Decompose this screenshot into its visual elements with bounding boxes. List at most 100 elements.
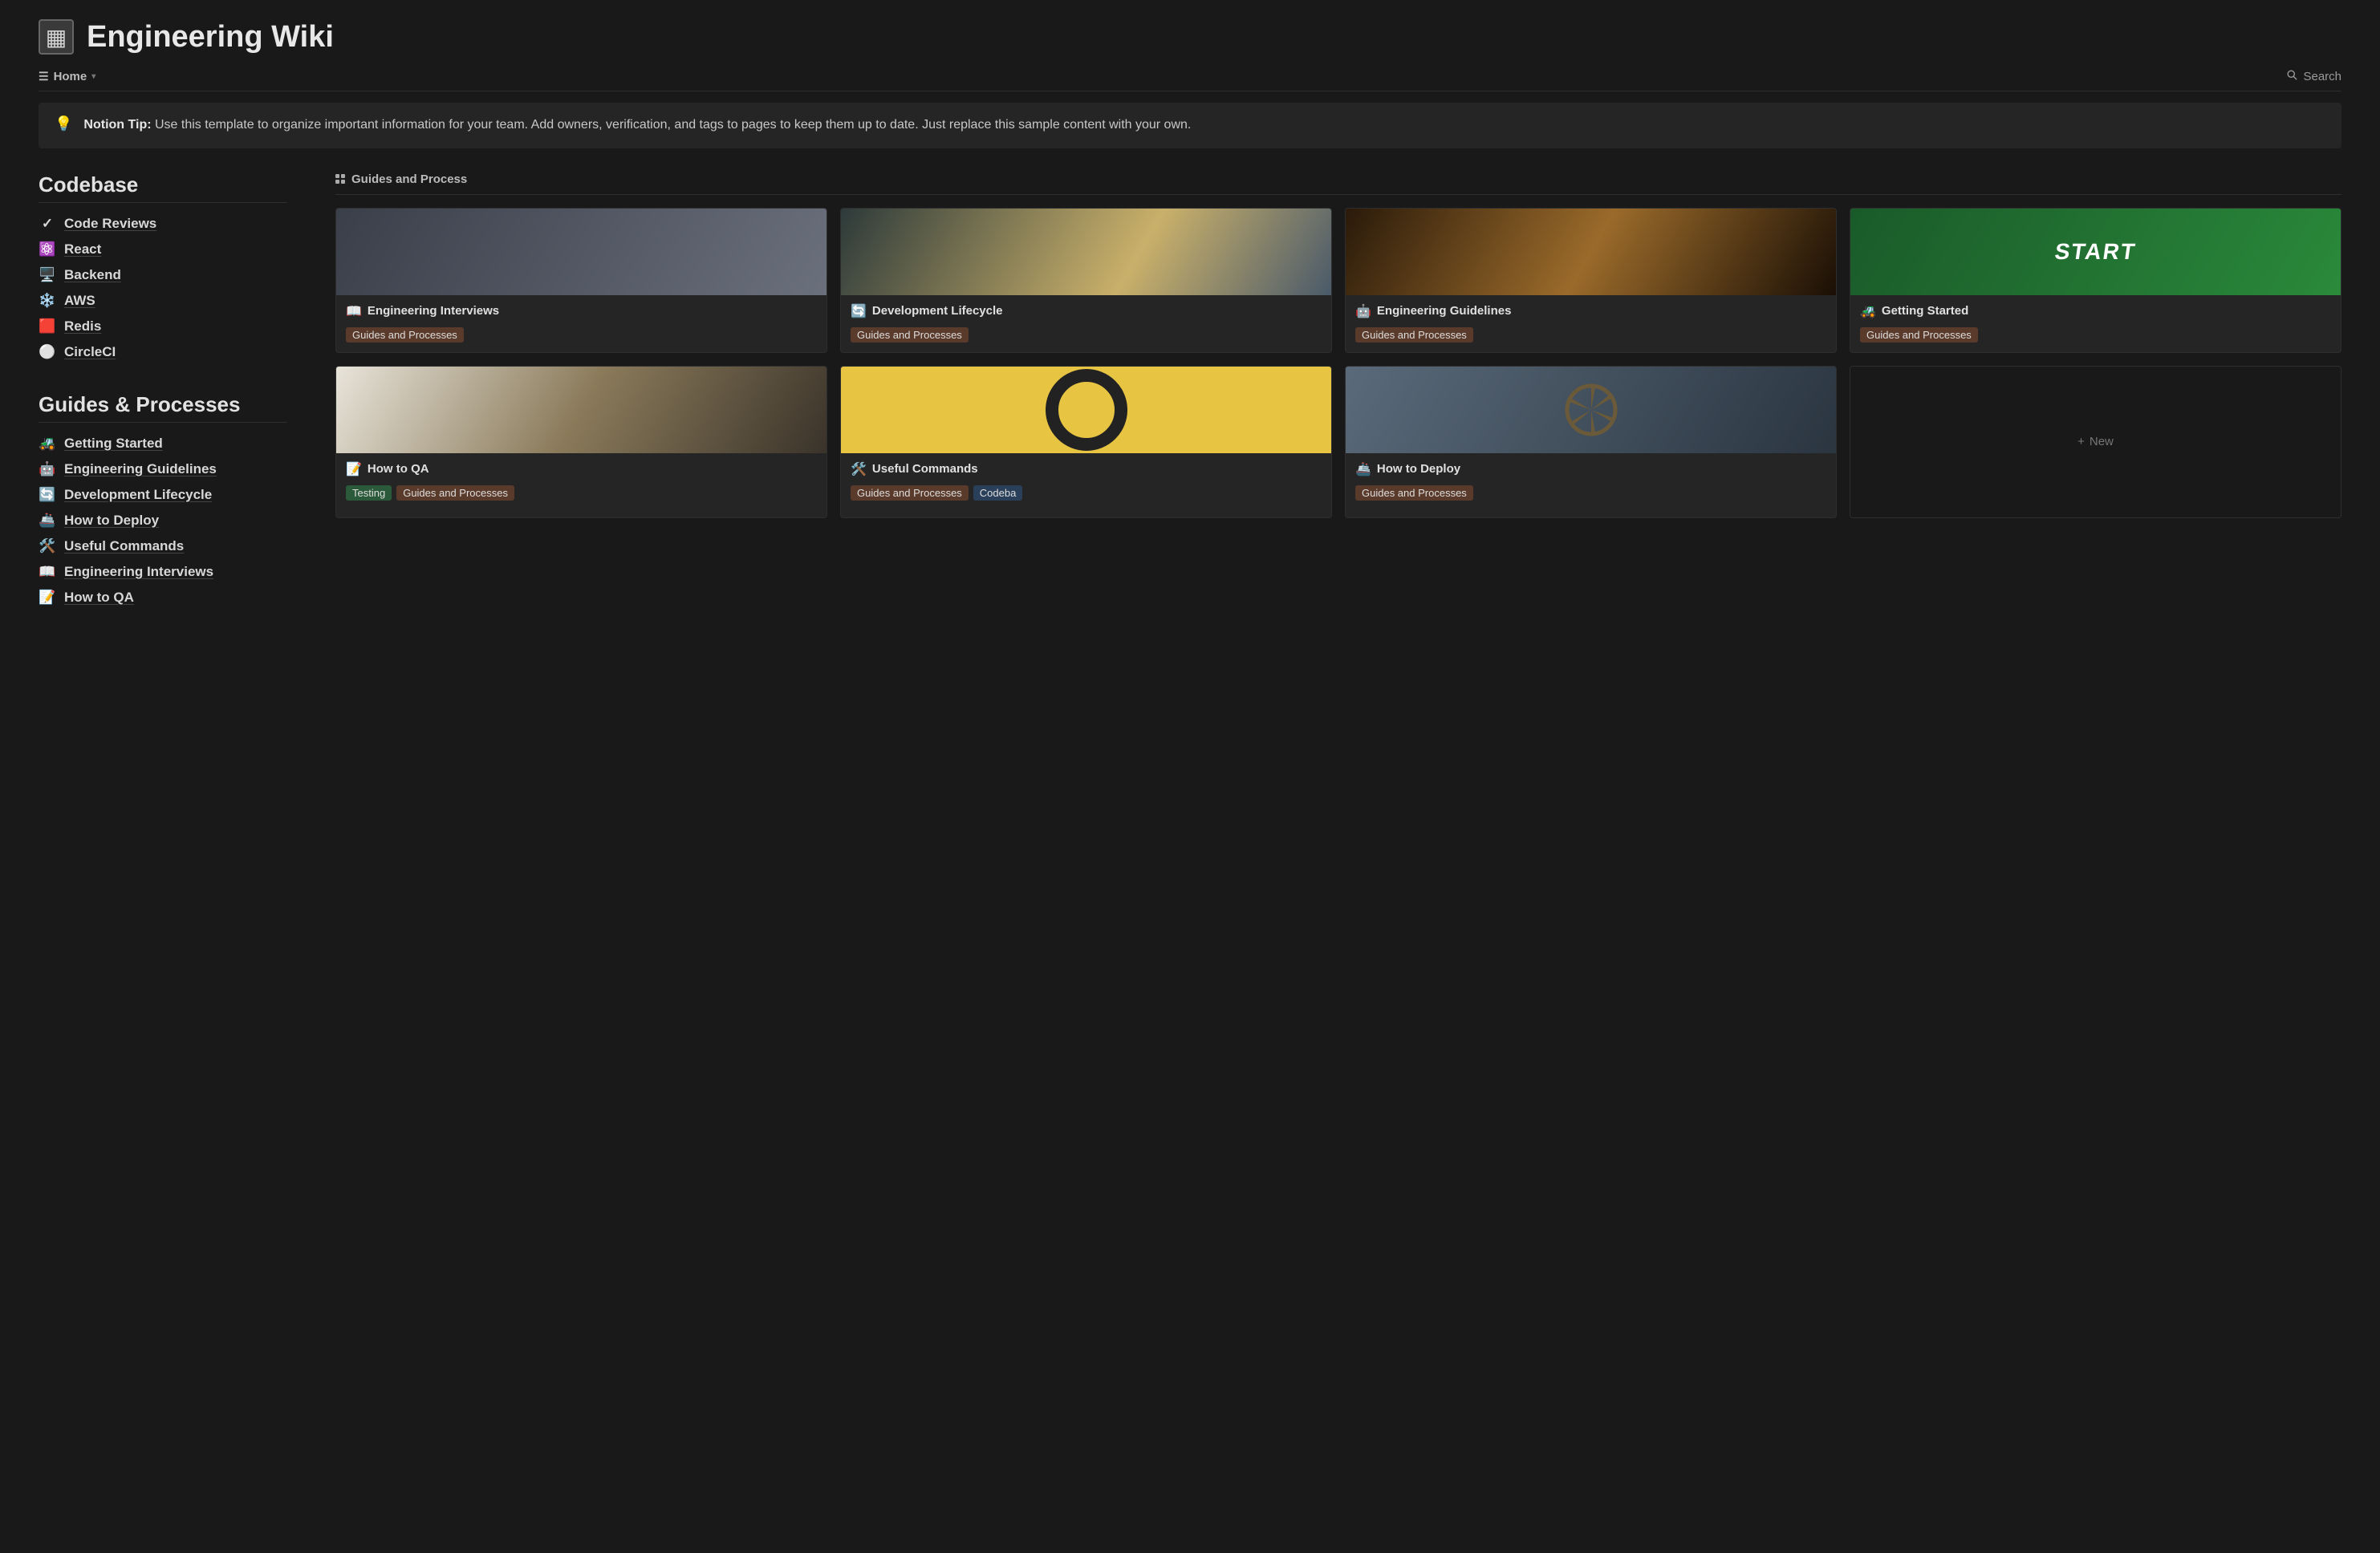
card-tags: TestingGuides and Processes (346, 485, 817, 501)
gallery-card[interactable]: 🚢 How to Deploy Guides and Processes (1345, 366, 1837, 518)
card-cover-image (1346, 209, 1836, 295)
sidebar-item-icon: 🟥 (39, 318, 56, 335)
new-card-button[interactable]: + New (1850, 366, 2341, 518)
card-title: 🚢 How to Deploy (1355, 461, 1826, 477)
sidebar-item[interactable]: ❄️AWS (39, 288, 287, 314)
card-title-text: How to QA (368, 462, 429, 476)
chevron-down-icon: ▾ (91, 72, 95, 81)
sidebar-item[interactable]: 📖 Engineering Interviews (39, 559, 287, 585)
tag: Guides and Processes (396, 485, 514, 501)
plus-icon: + (2077, 435, 2085, 448)
sidebar-section-heading: Codebase (39, 172, 287, 203)
card-title: 🛠️ Useful Commands (851, 461, 1322, 477)
sidebar-item[interactable]: 🚜 Getting Started (39, 431, 287, 456)
card-icon: 🚢 (1355, 461, 1371, 477)
card-tags: Guides and Processes (1355, 485, 1826, 501)
card-icon: 📝 (346, 461, 362, 477)
gallery-icon (335, 174, 345, 184)
sidebar-item-icon: 🛠️ (39, 538, 56, 554)
card-title-text: Engineering Interviews (368, 304, 499, 318)
gallery-tab-label: Guides and Process (351, 172, 467, 186)
tag: Guides and Processes (1355, 485, 1473, 501)
tag: Guides and Processes (1355, 327, 1473, 343)
view-tab-label: Home (54, 70, 87, 83)
search-label: Search (2303, 70, 2341, 83)
gallery-grid: 📖Engineering Interviews Guides and Proces… (335, 208, 2341, 518)
sidebar-item-icon: ⚛️ (39, 241, 56, 257)
search-button[interactable]: Search (2286, 69, 2341, 84)
gallery-tab[interactable]: Guides and Process (335, 172, 2341, 195)
tip-lead: Notion Tip: (83, 118, 151, 132)
sidebar-item[interactable]: ⚛️ React (39, 237, 287, 262)
card-title: 🤖Engineering Guidelines (1355, 303, 1826, 319)
card-cover-image (841, 209, 1331, 295)
sidebar-item[interactable]: 🚢How to Deploy (39, 508, 287, 533)
sidebar-item-label: Development Lifecycle (64, 487, 212, 503)
sidebar-item-label: Engineering Interviews (64, 564, 213, 580)
sidebar-item-label: How to QA (64, 590, 134, 606)
gallery-card[interactable]: 📝 How to QA TestingGuides and Processes (335, 366, 827, 518)
sidebar-item-label: Code Reviews (64, 216, 156, 232)
card-tags: Guides and Processes (346, 327, 817, 343)
sidebar-item[interactable]: 🤖Engineering Guidelines (39, 456, 287, 482)
tag: Guides and Processes (346, 327, 464, 343)
gallery-card[interactable]: 🚜 Getting Started Guides and Processes (1850, 208, 2341, 353)
card-title: 📖Engineering Interviews (346, 303, 817, 319)
card-title: 📝 How to QA (346, 461, 817, 477)
sidebar: Codebase ✓ Code Reviews ⚛️ React 🖥️Backend❄️A… (39, 172, 287, 638)
sidebar-item-label: React (64, 241, 101, 257)
sidebar-item-icon: 🚜 (39, 436, 56, 452)
sidebar-item[interactable]: 🛠️ Useful Commands (39, 533, 287, 559)
sidebar-item[interactable]: ⚪ CircleCI (39, 339, 287, 365)
card-tags: Guides and ProcessesCodeba (851, 485, 1322, 501)
card-title-text: How to Deploy (1377, 462, 1460, 476)
sidebar-item[interactable]: 🟥 Redis (39, 314, 287, 339)
card-icon: 🔄 (851, 303, 867, 319)
card-tags: Guides and Processes (851, 327, 1322, 343)
search-icon (2286, 69, 2298, 84)
sidebar-item-icon: 📝 (39, 590, 56, 606)
view-bar: ☰ Home ▾ Search (39, 69, 2341, 91)
tag: Guides and Processes (851, 327, 969, 343)
card-title-text: Getting Started (1882, 304, 1968, 318)
sidebar-item-icon: 🤖 (39, 461, 56, 477)
sidebar-item-label: CircleCI (64, 344, 116, 360)
card-tags: Guides and Processes (1860, 327, 2331, 343)
new-card-label: New (2090, 435, 2114, 448)
gallery-card[interactable]: 📖Engineering Interviews Guides and Proces… (335, 208, 827, 353)
card-cover-image (841, 367, 1331, 453)
sidebar-item[interactable]: 🖥️Backend (39, 262, 287, 288)
tag: Codeba (973, 485, 1023, 501)
sidebar-item-label: How to Deploy (64, 513, 159, 529)
card-cover-image (336, 367, 827, 453)
sidebar-item[interactable]: 📝 How to QA (39, 585, 287, 610)
page-title: Engineering Wiki (87, 20, 334, 55)
card-icon: 🛠️ (851, 461, 867, 477)
card-title-text: Useful Commands (872, 462, 978, 476)
card-cover-image (1346, 367, 1836, 453)
gallery-card[interactable]: 🔄 Development Lifecycle Guides and Process… (840, 208, 1332, 353)
sidebar-item-icon: ✓ (39, 216, 56, 232)
page-icon[interactable]: ▦ (39, 19, 74, 55)
tip-body: Use this template to organize important … (155, 118, 1191, 132)
sidebar-item-label: Useful Commands (64, 538, 184, 554)
tag: Guides and Processes (1860, 327, 1978, 343)
sidebar-item[interactable]: ✓ Code Reviews (39, 211, 287, 237)
card-cover-image (1850, 209, 2341, 295)
lightbulb-icon: 💡 (55, 116, 72, 136)
gallery-card[interactable]: 🛠️ Useful Commands Guides and ProcessesCod… (840, 366, 1332, 518)
gallery-card[interactable]: 🤖Engineering Guidelines Guides and Proces… (1345, 208, 1837, 353)
sidebar-item-icon: 📖 (39, 564, 56, 580)
sidebar-item-icon: ❄️ (39, 293, 56, 309)
sidebar-item[interactable]: 🔄Development Lifecycle (39, 482, 287, 508)
card-cover-image (336, 209, 827, 295)
card-icon: 🚜 (1860, 303, 1876, 319)
main-content: Guides and Process 📖Engineering Intervie… (335, 172, 2341, 518)
sidebar-item-label: Getting Started (64, 436, 163, 452)
view-tab-home[interactable]: ☰ Home ▾ (39, 70, 95, 83)
sidebar-item-icon: ⚪ (39, 344, 56, 360)
card-title-text: Development Lifecycle (872, 304, 1003, 318)
card-tags: Guides and Processes (1355, 327, 1826, 343)
card-title: 🔄 Development Lifecycle (851, 303, 1322, 319)
sidebar-item-label: Redis (64, 318, 101, 335)
